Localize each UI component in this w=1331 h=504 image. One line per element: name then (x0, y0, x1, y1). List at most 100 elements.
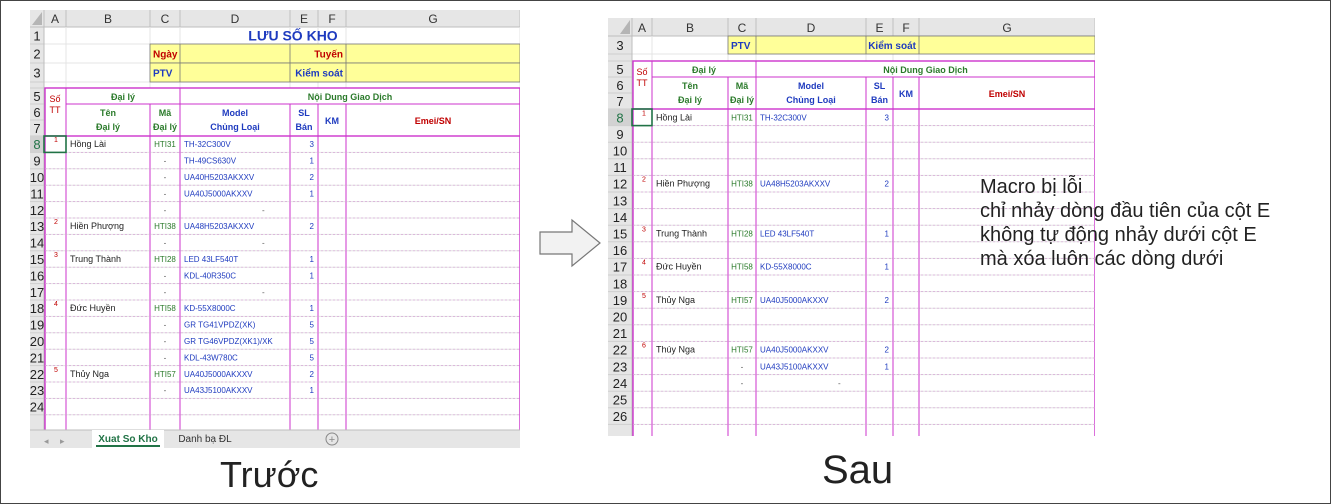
row-number[interactable]: 12 (30, 203, 44, 218)
header-km: KM (325, 116, 339, 126)
before-grid: A B C D E F G123567891011121314151617181920212… (30, 10, 520, 448)
row-number[interactable]: 23 (30, 383, 44, 398)
row-number[interactable]: 15 (30, 252, 44, 267)
cell-model: UA43J5100AKXXV (760, 362, 829, 371)
header-sl-2: Bán (871, 95, 888, 105)
row-number[interactable]: 20 (30, 334, 44, 349)
cell-sl: 1 (310, 386, 315, 395)
add-sheet-icon[interactable]: + (329, 434, 335, 446)
row-number[interactable]: 16 (30, 268, 44, 283)
row-number[interactable]: 6 (33, 105, 40, 120)
cell-stt: 4 (642, 260, 646, 267)
column-header-e[interactable]: E (875, 21, 883, 35)
column-header-b[interactable]: B (104, 12, 112, 26)
column-header-g[interactable]: G (428, 12, 437, 26)
row-number[interactable]: 8 (33, 137, 40, 152)
row-number[interactable]: 7 (616, 94, 623, 109)
row-number[interactable]: 22 (30, 367, 44, 382)
cell-ma: - (164, 288, 167, 297)
row-number[interactable]: 24 (613, 376, 627, 391)
header-sl-2: Bán (295, 122, 312, 132)
row-number[interactable]: 11 (30, 186, 44, 201)
cell-ma: HTI38 (154, 222, 176, 231)
row-number[interactable]: 19 (613, 293, 627, 308)
row-number[interactable]: 25 (613, 393, 627, 408)
row-number[interactable]: 26 (613, 409, 627, 424)
row-number[interactable]: 12 (613, 177, 627, 192)
row-number[interactable]: 2 (33, 47, 40, 62)
row-number[interactable]: 3 (616, 38, 623, 53)
column-header-e[interactable]: E (300, 12, 308, 26)
row-number[interactable]: 15 (613, 227, 627, 242)
row-number[interactable]: 16 (613, 243, 627, 258)
row-number[interactable]: 9 (616, 127, 623, 142)
cell-sl: 2 (885, 296, 890, 305)
row-number[interactable]: 7 (33, 121, 40, 136)
cell-model: - (838, 379, 841, 388)
row-number[interactable]: 23 (613, 359, 627, 374)
column-header-c[interactable]: C (161, 12, 170, 26)
row-number[interactable]: 24 (30, 400, 44, 415)
row-number[interactable]: 1 (33, 29, 40, 44)
cell-ma: HTI58 (154, 304, 176, 313)
row-number[interactable]: 10 (613, 144, 627, 159)
column-header-d[interactable]: D (807, 21, 816, 35)
cell-model: TH-32C300V (184, 140, 231, 149)
column-header-c[interactable]: C (738, 21, 747, 35)
row-number[interactable]: 6 (616, 78, 623, 93)
row-number[interactable]: 17 (30, 285, 44, 300)
cell-ten: Thủy Nga (70, 369, 109, 379)
header-emei: Emei/SN (415, 116, 452, 126)
column-header-f[interactable]: F (902, 21, 909, 35)
row-number[interactable]: 21 (30, 350, 44, 365)
row-number[interactable]: 5 (33, 89, 40, 104)
cell-ten: Trung Thành (70, 254, 121, 264)
row-number[interactable]: 13 (613, 193, 627, 208)
row-number[interactable]: 14 (30, 236, 44, 251)
cell-stt: 1 (54, 137, 58, 144)
column-header-g[interactable]: G (1002, 21, 1011, 35)
cell-sl: 2 (310, 173, 315, 182)
row-number[interactable]: 14 (613, 210, 627, 225)
column-header-f[interactable]: F (328, 12, 335, 26)
cell-sl: 1 (310, 304, 315, 313)
cell-sl: 1 (885, 230, 890, 239)
row-number[interactable]: 11 (613, 160, 627, 175)
cell-ma: - (164, 386, 167, 395)
cell-sl: 3 (310, 140, 315, 149)
header-model-2: Chủng Loại (786, 95, 836, 105)
sheet-tab[interactable]: Xuat So Kho (98, 434, 157, 445)
before-spreadsheet[interactable]: A B C D E F G 1 2 3 5 6 7 8 9 10 11 12 13 14 15 16 17 18 19 20 21 2… (30, 10, 520, 448)
cell-ma: HTI38 (731, 180, 753, 189)
row-number[interactable]: 22 (613, 343, 627, 358)
cell-ma: HTI28 (154, 255, 176, 264)
tab-scroll-left-icon[interactable]: ◂ (44, 436, 49, 446)
header-noi-dung: Nội Dung Giao Dịch (308, 92, 393, 102)
row-number[interactable]: 18 (613, 276, 627, 291)
cell-stt: 2 (54, 219, 58, 226)
sheet-tab[interactable]: Danh bạ ĐL (178, 434, 232, 445)
header-so: Số (49, 94, 60, 104)
row-number[interactable]: 5 (616, 62, 623, 77)
row-number[interactable]: 20 (613, 310, 627, 325)
column-header-a[interactable]: A (51, 12, 59, 26)
header-sl: SL (874, 81, 886, 91)
cell-model: UA40J5000AKXXV (184, 189, 253, 198)
row-number[interactable]: 21 (613, 326, 627, 341)
cell-sl: 1 (310, 157, 315, 166)
caption-before: Trước (220, 454, 319, 495)
column-header-d[interactable]: D (231, 12, 240, 26)
row-number[interactable]: 19 (30, 318, 44, 333)
row-number[interactable]: 10 (30, 170, 44, 185)
row-number[interactable]: 8 (616, 110, 623, 125)
row-number[interactable]: 9 (33, 154, 40, 169)
tab-scroll-right-icon[interactable]: ▸ (60, 436, 65, 446)
header-model: Model (798, 81, 824, 91)
row-number[interactable]: 3 (33, 66, 40, 81)
header-ten-2: Đại lý (678, 95, 702, 105)
row-number[interactable]: 18 (30, 301, 44, 316)
row-number[interactable]: 13 (30, 219, 44, 234)
column-header-b[interactable]: B (686, 21, 694, 35)
row-number[interactable]: 17 (613, 260, 627, 275)
column-header-a[interactable]: A (638, 21, 646, 35)
